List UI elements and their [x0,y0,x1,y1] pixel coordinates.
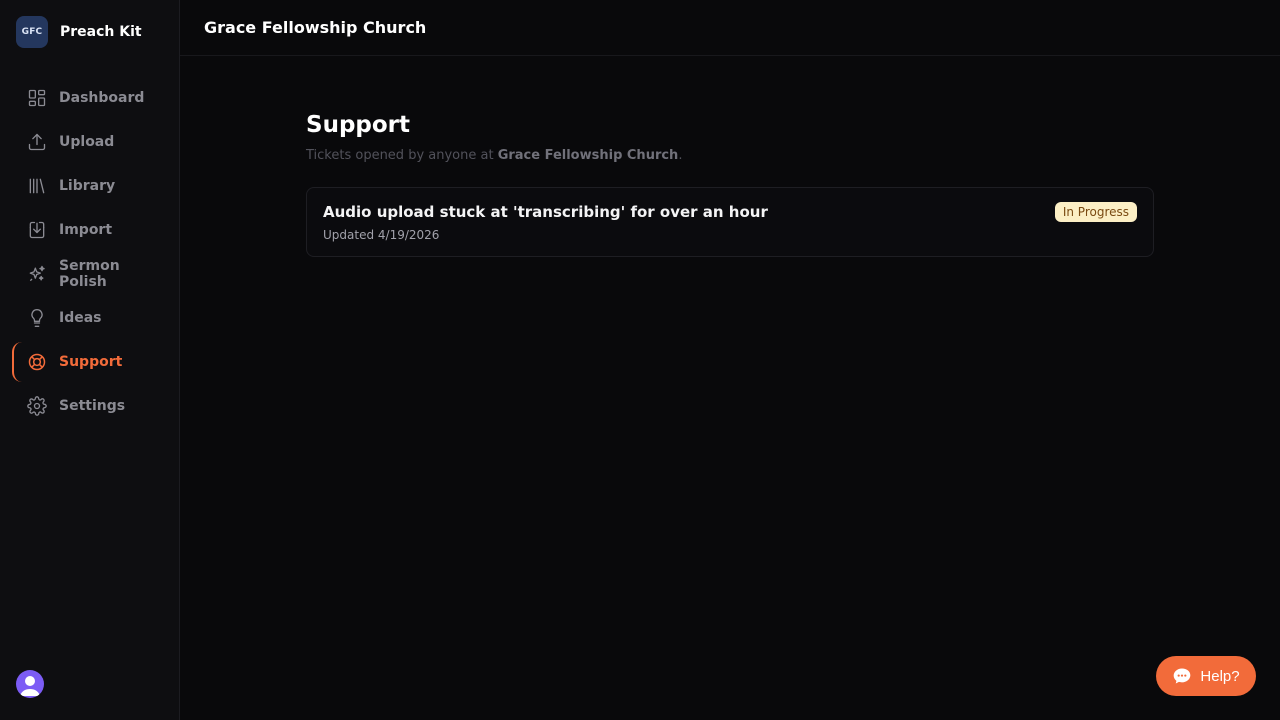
lightbulb-icon [27,308,47,328]
sidebar-item-ideas[interactable]: Ideas [12,298,167,338]
ticket-title: Audio upload stuck at 'transcribing' for… [323,203,768,221]
sidebar-item-support[interactable]: Support [12,342,167,382]
top-bar: Grace Fellowship Church [180,0,1280,56]
user-avatar[interactable] [16,670,44,698]
page-title: Support [306,112,411,138]
sidebar-item-sermon-polish[interactable]: Sermon Polish [12,254,167,294]
org-title: Grace Fellowship Church [204,18,427,37]
library-icon [27,176,47,196]
sidebar: GFC Preach Kit Dashboard Upload Library … [0,0,180,720]
upload-icon [27,132,47,152]
ticket-updated: Updated 4/19/2026 [323,228,440,242]
sidebar-item-label: Ideas [59,310,102,326]
subtitle-suffix: . [678,148,683,163]
sidebar-item-label: Upload [59,134,115,150]
chat-bubble-icon [1172,666,1192,686]
sidebar-item-library[interactable]: Library [12,166,167,206]
subtitle-org: Grace Fellowship Church [497,148,679,163]
sidebar-item-label: Library [59,178,116,194]
lifebuoy-icon [27,352,47,372]
sidebar-item-label: Dashboard [59,90,145,106]
subtitle-prefix: Tickets opened by anyone at [306,148,498,163]
app-root: GFC Preach Kit Dashboard Upload Library … [0,0,1280,720]
ticket-card[interactable]: Audio upload stuck at 'transcribing' for… [306,187,1154,257]
sidebar-item-upload[interactable]: Upload [12,122,167,162]
page-subtitle: Tickets opened by anyone at Grace Fellow… [306,148,1154,163]
sparkles-icon [27,264,47,284]
sidebar-nav: Dashboard Upload Library Import Sermon P… [0,78,179,426]
sidebar-item-label: Settings [59,398,126,414]
sidebar-item-dashboard[interactable]: Dashboard [12,78,167,118]
sidebar-item-import[interactable]: Import [12,210,167,250]
sidebar-item-label: Import [59,222,113,238]
help-button[interactable]: Help? [1156,656,1256,696]
dashboard-icon [27,88,47,108]
sidebar-item-label: Support [59,354,123,370]
sidebar-item-label: Sermon Polish [59,258,120,290]
brand[interactable]: GFC Preach Kit [0,0,179,64]
brand-name: Preach Kit [60,24,142,40]
brand-logo: GFC [16,16,48,48]
status-badge: In Progress [1054,202,1137,222]
main-area: Grace Fellowship Church Support Tickets … [180,0,1280,720]
sidebar-item-settings[interactable]: Settings [12,386,167,426]
import-icon [27,220,47,240]
support-content: Support Tickets opened by anyone at Grac… [306,112,1154,257]
gear-icon [27,396,47,416]
user-icon [20,676,40,696]
help-button-label: Help? [1200,667,1240,685]
